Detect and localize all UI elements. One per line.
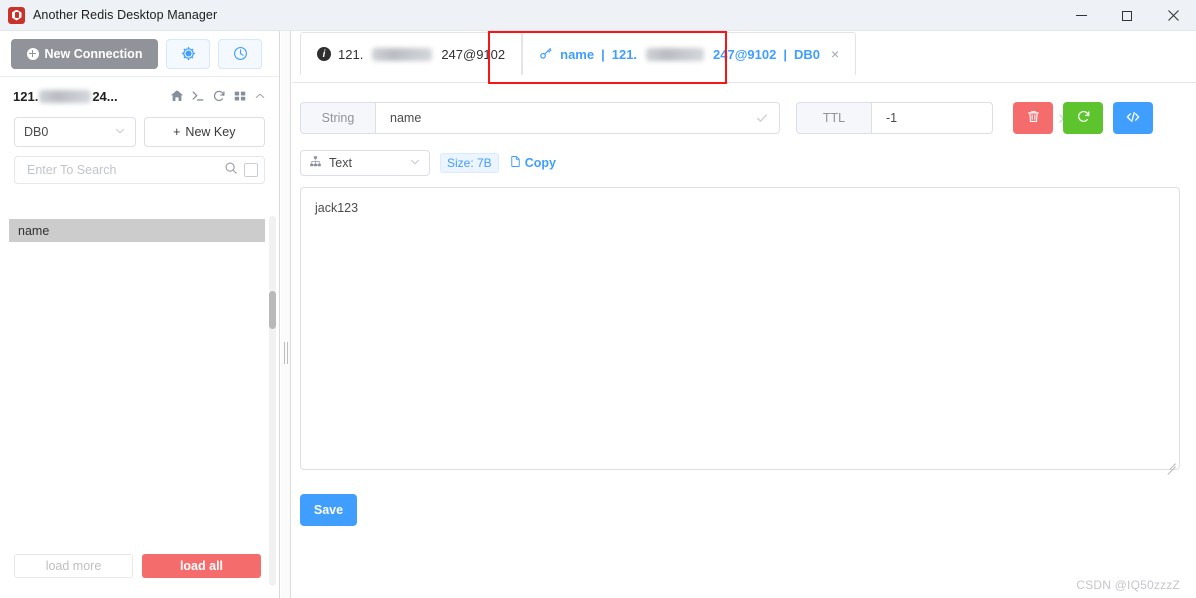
delete-key-button[interactable] bbox=[1013, 102, 1053, 134]
search-box[interactable] bbox=[14, 156, 265, 184]
masked-ip-segment bbox=[646, 47, 705, 61]
tab-bar: i 121. 247@9102 name | 121. 247@9102 | D… bbox=[292, 31, 1196, 84]
key-list-item-label: name bbox=[18, 223, 50, 238]
key-name-input[interactable] bbox=[388, 110, 747, 126]
check-icon[interactable] bbox=[755, 111, 769, 125]
size-badge: Size: 7B bbox=[440, 153, 499, 173]
connection-tools bbox=[170, 89, 266, 103]
history-button[interactable] bbox=[218, 38, 262, 69]
search-input[interactable] bbox=[25, 162, 224, 178]
connection-toolbar: New Connection bbox=[0, 31, 279, 77]
new-connection-button[interactable]: New Connection bbox=[11, 38, 158, 69]
splitter-grip-icon bbox=[284, 342, 288, 364]
refresh-icon bbox=[1076, 109, 1091, 127]
redis-logo-icon bbox=[8, 6, 25, 24]
value-format-value: Text bbox=[329, 156, 352, 170]
watermark: CSDN @IQ50zzzZ bbox=[1076, 578, 1180, 592]
plus-circle-icon bbox=[26, 47, 39, 60]
key-list: name bbox=[9, 219, 265, 519]
refresh-value-button[interactable] bbox=[1063, 102, 1103, 134]
tab-separator-1: | bbox=[601, 46, 605, 62]
key-input-group: String bbox=[300, 102, 780, 134]
trash-icon bbox=[1026, 109, 1041, 127]
chevron-down-icon bbox=[114, 125, 126, 140]
panel-splitter[interactable] bbox=[281, 31, 291, 598]
search-row bbox=[0, 156, 279, 184]
format-code-button[interactable] bbox=[1113, 102, 1153, 134]
home-icon[interactable] bbox=[170, 89, 184, 103]
search-icon[interactable] bbox=[224, 161, 238, 180]
copy-button[interactable]: Copy bbox=[509, 155, 556, 171]
sitemap-icon bbox=[309, 155, 322, 171]
new-key-button[interactable]: + New Key bbox=[143, 117, 265, 147]
db-select-value: DB0 bbox=[24, 125, 49, 139]
tab-server-prefix: 121. bbox=[338, 46, 364, 62]
sidebar: New Connection 121. 24... DB0 + New Key … bbox=[0, 31, 280, 598]
tab-server-suffix: 247@9102 bbox=[441, 46, 506, 62]
key-list-scrollbar[interactable] bbox=[269, 216, 276, 586]
db-row: DB0 + New Key bbox=[0, 117, 279, 147]
tab-key-suffix: 247@9102 bbox=[713, 46, 777, 62]
refresh-icon[interactable] bbox=[212, 89, 226, 103]
minimize-button[interactable] bbox=[1058, 0, 1104, 31]
new-connection-label: New Connection bbox=[44, 46, 143, 61]
settings-button[interactable] bbox=[166, 38, 210, 69]
app-window: Another Redis Desktop Manager New Connec… bbox=[0, 0, 1196, 598]
code-icon bbox=[1125, 109, 1141, 128]
info-icon: i bbox=[317, 47, 331, 61]
connection-header[interactable]: 121. 24... bbox=[0, 77, 279, 115]
key-toolbar: String TTL bbox=[292, 83, 1196, 134]
window-title: Another Redis Desktop Manager bbox=[33, 8, 218, 22]
value-editor[interactable] bbox=[300, 187, 1180, 470]
copy-label: Copy bbox=[524, 156, 556, 170]
key-list-item[interactable]: name bbox=[9, 219, 265, 242]
connection-name-suffix: 24... bbox=[92, 88, 118, 104]
tab-key-db: DB0 bbox=[793, 46, 820, 62]
value-format-row: Text Size: 7B Copy bbox=[292, 134, 1196, 176]
connection-name-prefix: 121. bbox=[13, 88, 39, 104]
close-button[interactable] bbox=[1150, 0, 1196, 31]
key-type-label: String bbox=[300, 102, 375, 134]
save-button[interactable]: Save bbox=[300, 494, 357, 526]
tab-server-info[interactable]: i 121. 247@9102 bbox=[300, 32, 523, 75]
load-row: load more load all bbox=[14, 554, 261, 578]
grid-icon[interactable] bbox=[233, 89, 247, 103]
terminal-icon[interactable] bbox=[191, 89, 205, 103]
chevron-down-icon bbox=[409, 156, 421, 171]
load-more-button[interactable]: load more bbox=[14, 554, 133, 578]
connection-name: 121. 24... bbox=[13, 89, 118, 104]
tab-key-name: name bbox=[560, 46, 595, 62]
tab-key-prefix: 121. bbox=[611, 46, 638, 62]
window-controls bbox=[1058, 0, 1196, 31]
new-key-label: New Key bbox=[185, 125, 236, 139]
value-format-select[interactable]: Text bbox=[300, 150, 430, 176]
ttl-input-group: TTL bbox=[796, 102, 1090, 134]
plus-icon: + bbox=[173, 125, 181, 139]
tab-separator-2: | bbox=[783, 46, 787, 62]
load-all-button[interactable]: load all bbox=[142, 554, 261, 578]
key-name-field[interactable] bbox=[375, 102, 780, 134]
maximize-button[interactable] bbox=[1104, 0, 1150, 31]
key-icon bbox=[539, 46, 553, 63]
value-textarea[interactable] bbox=[301, 188, 1179, 469]
ttl-field[interactable] bbox=[871, 102, 1090, 134]
title-bar: Another Redis Desktop Manager bbox=[0, 0, 1196, 31]
copy-icon bbox=[509, 155, 522, 171]
tab-close-icon[interactable]: × bbox=[831, 46, 839, 62]
masked-ip-segment bbox=[39, 89, 92, 103]
ttl-label: TTL bbox=[796, 102, 871, 134]
main-content: i 121. 247@9102 name | 121. 247@9102 | D… bbox=[292, 31, 1196, 598]
masked-ip-segment bbox=[372, 47, 433, 61]
tab-key-detail[interactable]: name | 121. 247@9102 | DB0 × bbox=[522, 32, 857, 75]
search-exact-checkbox[interactable] bbox=[244, 163, 258, 177]
chevron-up-icon[interactable] bbox=[254, 90, 266, 102]
db-select[interactable]: DB0 bbox=[14, 117, 136, 147]
